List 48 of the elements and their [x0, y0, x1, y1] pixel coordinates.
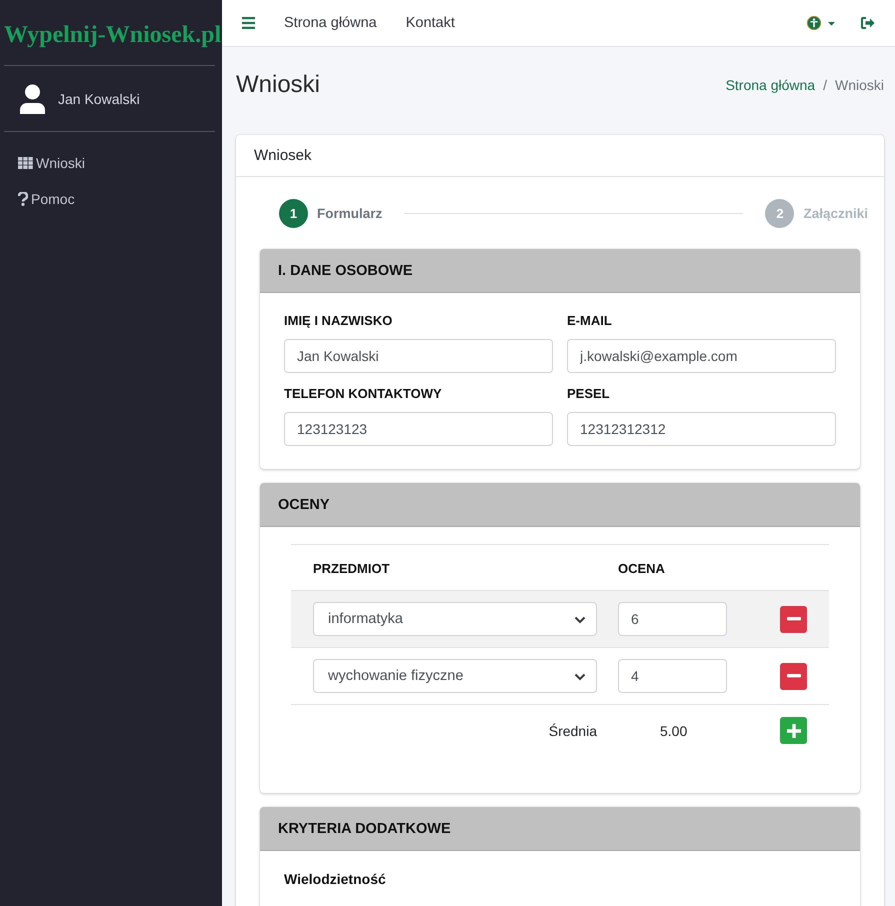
section-header: KRYTERIA DODATKOWE	[260, 807, 860, 851]
user-name[interactable]: Jan Kowalski	[58, 90, 140, 106]
minus-icon	[786, 617, 800, 621]
brand-logo[interactable]: Wypelnij-Wniosek.pl	[4, 20, 222, 48]
breadcrumb-separator: /	[823, 77, 827, 93]
column-header: PRZEDMIOT	[313, 560, 391, 576]
plus-icon	[786, 724, 800, 738]
step-item[interactable]: 1 Formularz	[279, 198, 382, 228]
average-label: Średnia	[548, 722, 597, 738]
logout-icon[interactable]	[861, 17, 875, 29]
chevron-down-icon	[574, 673, 586, 681]
subject-select[interactable]: informatyka	[313, 602, 597, 636]
user-icon	[19, 84, 46, 114]
breadcrumb-link[interactable]: Strona główna	[726, 77, 816, 93]
help-icon	[18, 192, 28, 206]
input-field[interactable]: 123123123	[284, 412, 553, 446]
column-header: OCENA	[618, 560, 666, 576]
remove-button[interactable]	[780, 662, 807, 690]
input-field[interactable]: 12312312312	[567, 412, 836, 446]
nav-link[interactable]: Kontakt	[406, 15, 455, 31]
grid-icon	[18, 157, 33, 169]
field-label: PESEL	[567, 386, 611, 401]
grade-field[interactable]: 6	[618, 602, 727, 636]
sidebar-item[interactable]: Pomoc	[4, 181, 215, 217]
add-button[interactable]	[780, 717, 807, 744]
section-header: OCENY	[260, 483, 860, 527]
breadcrumb-current: Wnioski	[834, 77, 884, 93]
criterion-label: Wielodzietność	[284, 871, 387, 887]
grade-field[interactable]: 4	[618, 659, 727, 693]
card-title: Wniosek	[236, 135, 884, 177]
remove-button[interactable]	[780, 606, 807, 632]
sidebar-item[interactable]: Wnioski	[4, 145, 215, 181]
input-field[interactable]: j.kowalski@example.com	[567, 339, 836, 373]
step-number: 1	[279, 198, 308, 228]
step-number: 2	[765, 198, 794, 228]
input-field[interactable]: Jan Kowalski	[284, 339, 553, 373]
field-label: IMIĘ I NAZWISKO	[284, 313, 394, 328]
average-value: 5.00	[659, 722, 688, 738]
chevron-down-icon	[574, 616, 586, 624]
page-title: Wnioski	[236, 71, 320, 99]
menu-icon[interactable]	[242, 17, 255, 29]
accessibility-icon[interactable]	[807, 16, 837, 30]
minus-icon	[786, 674, 800, 678]
field-label: E-MAIL	[567, 313, 613, 328]
nav-link[interactable]: Strona główna	[284, 15, 377, 31]
subject-select[interactable]: wychowanie fizyczne	[313, 659, 597, 693]
field-label: TELEFON KONTAKTOWY	[284, 386, 443, 401]
section-header: I. DANE OSOBOWE	[260, 249, 860, 293]
